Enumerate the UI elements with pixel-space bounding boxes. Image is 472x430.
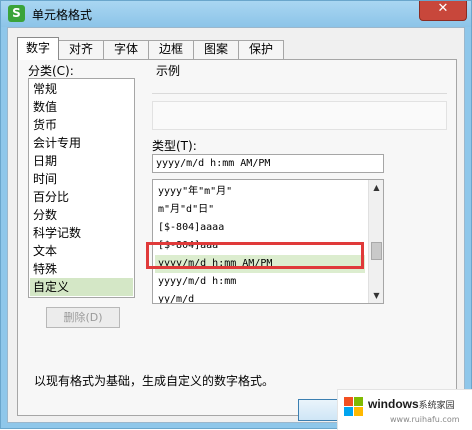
- number-tab-panel: 分类(C): 常规 数值 货币 会计专用 日期 时间 百分比 分数 科学记数 文…: [17, 59, 457, 416]
- close-button[interactable]: ✕: [419, 1, 467, 21]
- format-item-selected[interactable]: yyyy/m/d h:mm AM/PM: [155, 255, 365, 273]
- category-item-time[interactable]: 时间: [30, 170, 133, 188]
- wps-app-icon: S: [8, 5, 25, 22]
- scroll-up-icon[interactable]: ▲: [369, 180, 383, 195]
- category-label: 分类(C):: [28, 64, 74, 78]
- type-input[interactable]: yyyy/m/d h:mm AM/PM: [152, 154, 384, 173]
- tab-number[interactable]: 数字: [17, 37, 59, 60]
- category-item-custom[interactable]: 自定义: [30, 278, 133, 296]
- tab-alignment[interactable]: 对齐: [58, 40, 104, 59]
- scroll-thumb[interactable]: [371, 242, 382, 260]
- format-item[interactable]: [$-804]aaaa: [155, 219, 365, 237]
- format-code-list[interactable]: yyyy"年"m"月" m"月"d"日" [$-804]aaaa [$-804]…: [152, 179, 384, 304]
- watermark: windows系统家园 www.ruihafu.com: [337, 389, 472, 430]
- format-item[interactable]: yy/m/d: [155, 291, 365, 303]
- category-item-date[interactable]: 日期: [30, 152, 133, 170]
- dialog-client-area: 数字 对齐 字体 边框 图案 保护 分类(C): 常规 数值 货币 会计专用 日…: [7, 27, 465, 423]
- sample-preview: [152, 101, 447, 130]
- sample-label: 示例: [156, 64, 181, 78]
- watermark-url: www.ruihafu.com: [390, 415, 460, 424]
- category-item-accounting[interactable]: 会计专用: [30, 134, 133, 152]
- dialog-title: 单元格格式: [32, 8, 93, 22]
- format-list-scrollbar[interactable]: ▲ ▼: [368, 180, 383, 303]
- tab-font[interactable]: 字体: [103, 40, 149, 59]
- category-item-number[interactable]: 数值: [30, 98, 133, 116]
- category-item-currency[interactable]: 货币: [30, 116, 133, 134]
- format-item[interactable]: yyyy/m/d h:mm: [155, 273, 365, 291]
- category-list[interactable]: 常规 数值 货币 会计专用 日期 时间 百分比 分数 科学记数 文本 特殊 自定…: [28, 78, 135, 298]
- title-bar[interactable]: S 单元格格式 ✕: [1, 1, 471, 27]
- format-item[interactable]: yyyy"年"m"月": [155, 183, 365, 201]
- sample-divider: [152, 93, 447, 94]
- type-label: 类型(T):: [152, 139, 197, 153]
- tab-protection[interactable]: 保护: [238, 40, 284, 59]
- category-item-special[interactable]: 特殊: [30, 260, 133, 278]
- format-item[interactable]: [$-804]aaa: [155, 237, 365, 255]
- delete-button[interactable]: 删除(D): [46, 307, 120, 328]
- format-item[interactable]: m"月"d"日": [155, 201, 365, 219]
- watermark-brand: windows系统家园: [368, 397, 455, 411]
- category-item-fraction[interactable]: 分数: [30, 206, 133, 224]
- watermark-brand-name: windows: [368, 397, 419, 411]
- category-item-scientific[interactable]: 科学记数: [30, 224, 133, 242]
- custom-format-description: 以现有格式为基础，生成自定义的数字格式。: [34, 374, 275, 388]
- format-cells-dialog: S 单元格格式 ✕ 数字 对齐 字体 边框 图案 保护 分类(C): 常规 数值…: [0, 0, 472, 430]
- tab-pattern[interactable]: 图案: [193, 40, 239, 59]
- category-item-general[interactable]: 常规: [30, 80, 133, 98]
- tab-border[interactable]: 边框: [148, 40, 194, 59]
- windows-logo-icon: [344, 397, 364, 417]
- category-item-text[interactable]: 文本: [30, 242, 133, 260]
- watermark-brand-suffix: 系统家园: [418, 400, 455, 410]
- category-item-percentage[interactable]: 百分比: [30, 188, 133, 206]
- scroll-down-icon[interactable]: ▼: [369, 288, 383, 303]
